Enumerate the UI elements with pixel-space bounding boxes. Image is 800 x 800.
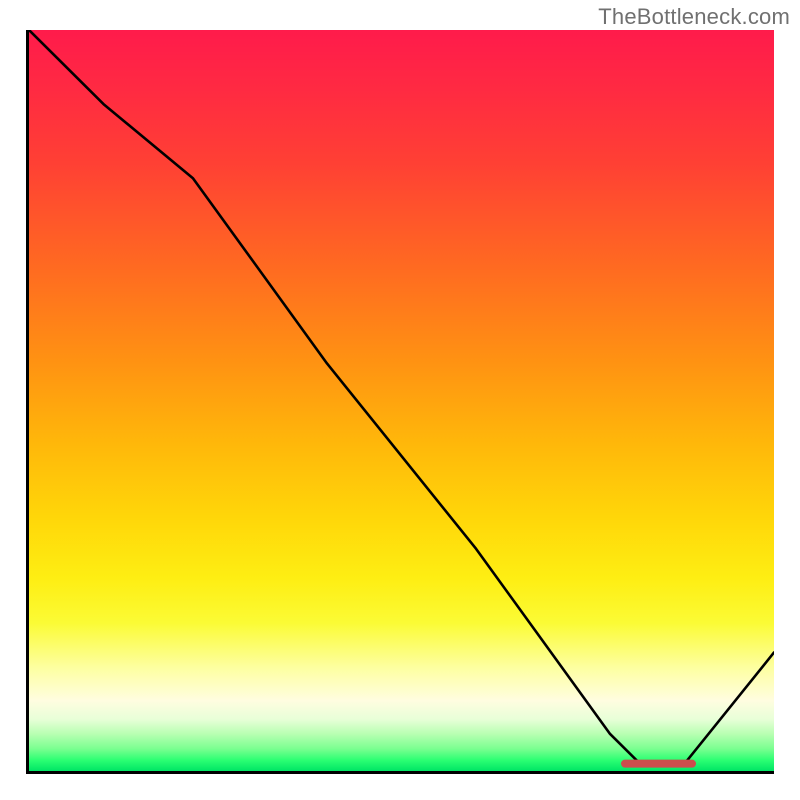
chart-svg	[29, 30, 774, 771]
attribution-text: TheBottleneck.com	[598, 4, 790, 30]
chart-plot-area	[26, 30, 774, 774]
bottleneck-curve-line	[29, 30, 774, 764]
